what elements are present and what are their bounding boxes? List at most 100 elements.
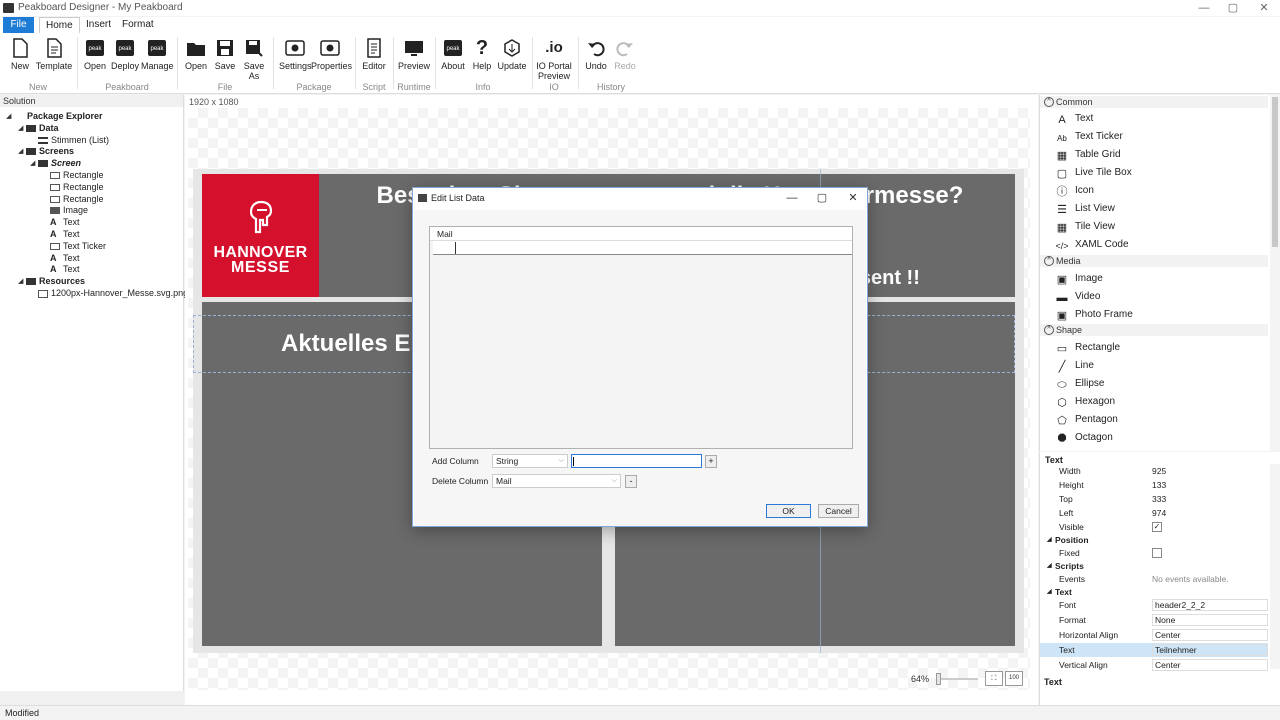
font-dropdown[interactable]: header2_2_2 xyxy=(1152,599,1268,611)
list-data-grid[interactable]: Mail xyxy=(429,226,853,449)
delete-column-button[interactable]: - xyxy=(625,475,637,488)
ok-button[interactable]: OK xyxy=(766,504,811,518)
tree-item[interactable]: Text Ticker xyxy=(0,241,184,253)
toolbox-item-xaml-code[interactable]: </> XAML Code xyxy=(1054,236,1264,253)
delete-column-select[interactable]: Mail ⌵ xyxy=(492,474,621,488)
toolbox-item-live-tile-box[interactable]: ▢ Live Tile Box xyxy=(1054,164,1264,181)
editor-button[interactable]: Editor xyxy=(362,38,386,71)
prop-vertical-align[interactable]: Vertical Align Center xyxy=(1040,658,1268,672)
new-button[interactable]: New xyxy=(7,38,33,71)
toolbox-item-text[interactable]: A Text xyxy=(1054,110,1264,127)
prop-height-value[interactable]: 133 xyxy=(1152,478,1268,492)
toolbox-item-line[interactable]: ╱ Line xyxy=(1054,357,1264,374)
solution-horizontal-scrollbar[interactable] xyxy=(0,691,184,705)
preview-button[interactable]: Preview xyxy=(398,38,430,71)
help-button[interactable]: ? Help xyxy=(471,38,493,71)
tree-item[interactable]: ◢ Screens xyxy=(0,146,184,158)
column-type-select[interactable]: String ⌵ xyxy=(492,454,568,468)
minimize-button[interactable]: — xyxy=(1189,0,1219,16)
prop-font[interactable]: Font header2_2_2 xyxy=(1040,598,1268,612)
section-shape[interactable]: ^ Shape xyxy=(1040,324,1268,336)
properties-scrollbar[interactable] xyxy=(1270,464,1280,669)
save-as-button[interactable]: Save As xyxy=(243,38,265,81)
new-column-name-input[interactable] xyxy=(571,454,702,468)
tree-item[interactable]: ◢ Data xyxy=(0,123,184,135)
expand-arrow-icon[interactable]: ◢ xyxy=(18,276,26,288)
tree-item[interactable]: Rectangle xyxy=(0,194,184,206)
close-button[interactable]: ✕ xyxy=(1249,0,1279,16)
prop-left-value[interactable]: 974 xyxy=(1152,506,1268,520)
prop-width-value[interactable]: 925 xyxy=(1152,464,1268,478)
zoom-slider-handle[interactable] xyxy=(936,673,941,685)
prop-events[interactable]: Events No events available. xyxy=(1040,572,1268,586)
prop-top[interactable]: Top 333 xyxy=(1040,492,1268,506)
section-media[interactable]: ^ Media xyxy=(1040,255,1268,267)
tree-item[interactable]: Rectangle xyxy=(0,182,184,194)
tree-item[interactable]: A Text xyxy=(0,217,184,229)
save-button[interactable]: Save xyxy=(214,38,236,71)
add-column-button[interactable]: + xyxy=(705,455,717,468)
expand-arrow-icon[interactable]: ◢ xyxy=(18,123,26,135)
vertical-align-dropdown[interactable]: Center xyxy=(1152,659,1268,671)
toolbox-item-video[interactable]: ▬ Video xyxy=(1054,288,1264,305)
tab-file[interactable]: File xyxy=(3,17,34,33)
toolbox-item-pentagon[interactable]: ⬠ Pentagon xyxy=(1054,411,1264,428)
manage-button[interactable]: peak Manage xyxy=(141,38,174,71)
tree-item[interactable]: Image xyxy=(0,205,184,217)
toolbox-scrollbar[interactable] xyxy=(1270,95,1280,451)
section-common[interactable]: ^ Common xyxy=(1040,96,1268,108)
horizontal-align-dropdown[interactable]: Center xyxy=(1152,629,1268,641)
about-button[interactable]: peak About xyxy=(440,38,466,71)
tree-item[interactable]: ◢ Screen xyxy=(0,158,184,170)
tree-item[interactable]: Rectangle xyxy=(0,170,184,182)
redo-button[interactable]: Redo xyxy=(613,38,637,71)
prop-top-value[interactable]: 333 xyxy=(1152,492,1268,506)
prop-width[interactable]: Width 925 xyxy=(1040,464,1268,478)
tree-item[interactable]: A Text xyxy=(0,264,184,276)
tree-item[interactable]: A Text xyxy=(0,229,184,241)
maximize-button[interactable]: ▢ xyxy=(1218,0,1248,16)
prop-visible[interactable]: Visible ✓ xyxy=(1040,520,1268,534)
tree-item[interactable]: ◢ Package Explorer xyxy=(0,111,184,123)
toolbox-item-photo-frame[interactable]: ▣ Photo Frame xyxy=(1054,306,1264,323)
properties-button[interactable]: Properties xyxy=(311,38,352,71)
tab-insert[interactable]: Insert xyxy=(80,17,117,33)
tree-item[interactable]: ◢ Resources xyxy=(0,276,184,288)
column-header-mail[interactable]: Mail xyxy=(430,227,852,241)
toolbox-item-hexagon[interactable]: ⬡ Hexagon xyxy=(1054,393,1264,410)
undo-button[interactable]: Undo xyxy=(584,38,608,71)
tab-home[interactable]: Home xyxy=(39,17,80,33)
table-row[interactable] xyxy=(433,241,852,255)
prop-horizontal-align[interactable]: Horizontal Align Center xyxy=(1040,628,1268,642)
format-dropdown[interactable]: None xyxy=(1152,614,1268,626)
tree-item[interactable]: A Text xyxy=(0,253,184,265)
dialog-close-button[interactable]: ✕ xyxy=(842,190,864,206)
toolbox-scrollbar-thumb[interactable] xyxy=(1272,97,1278,247)
toolbox-item-image[interactable]: ▣ Image xyxy=(1054,270,1264,287)
fit-screen-button[interactable]: ⛶ xyxy=(985,671,1003,686)
hannover-messe-logo[interactable]: HANNOVER MESSE xyxy=(202,174,319,297)
zoom-100-button[interactable]: 100 xyxy=(1005,671,1023,686)
toolbox-item-table-grid[interactable]: ▦ Table Grid xyxy=(1054,146,1264,163)
deploy-button[interactable]: peak Deploy xyxy=(111,38,139,71)
io-portal-preview-button[interactable]: .io IO Portal Preview xyxy=(536,38,572,81)
expand-arrow-icon[interactable]: ◢ xyxy=(30,158,38,170)
toolbox-item-icon[interactable]: ⓘ Icon xyxy=(1054,182,1264,199)
prop-left[interactable]: Left 974 xyxy=(1040,506,1268,520)
cancel-button[interactable]: Cancel xyxy=(818,504,859,518)
dialog-maximize-button[interactable]: ▢ xyxy=(811,190,833,206)
update-button[interactable]: Update xyxy=(497,38,527,71)
visible-checkbox[interactable]: ✓ xyxy=(1152,522,1162,532)
toolbox-item-rectangle[interactable]: ▭ Rectangle xyxy=(1054,339,1264,356)
toolbox-item-ellipse[interactable]: ⬭ Ellipse xyxy=(1054,375,1264,392)
zoom-slider-track[interactable] xyxy=(936,678,978,680)
tab-format[interactable]: Format xyxy=(116,17,160,33)
dialog-minimize-button[interactable]: — xyxy=(781,190,803,206)
prop-fixed[interactable]: Fixed xyxy=(1040,546,1268,560)
toolbox-item-tile-view[interactable]: ▦ Tile View xyxy=(1054,218,1264,235)
toolbox-item-octagon[interactable]: ⯃ Octagon xyxy=(1054,429,1264,446)
peakboard-open-button[interactable]: peak Open xyxy=(83,38,107,71)
tree-item[interactable]: Stimmen (List) xyxy=(0,135,184,147)
prop-height[interactable]: Height 133 xyxy=(1040,478,1268,492)
toolbox-item-text-ticker[interactable]: Ab Text Ticker xyxy=(1054,128,1264,145)
